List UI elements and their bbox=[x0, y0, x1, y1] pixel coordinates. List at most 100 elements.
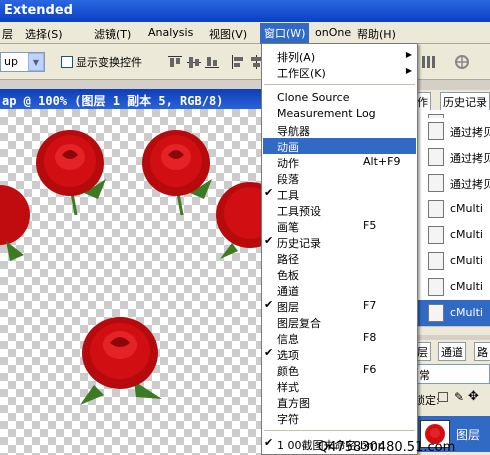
history-state-icon bbox=[428, 148, 444, 166]
lock-move-icon[interactable]: ✥ bbox=[468, 389, 479, 404]
window-menu-item[interactable]: 直方图 bbox=[263, 394, 416, 410]
history-item[interactable]: 通过拷贝 bbox=[414, 118, 490, 145]
submenu-arrow-icon: ▶ bbox=[405, 50, 412, 59]
window-menu-item[interactable]: ✔ 历史记录 bbox=[263, 234, 416, 250]
menu-select[interactable]: 选择(S) bbox=[25, 26, 63, 42]
window-menu-item-label: 图层 bbox=[277, 301, 299, 314]
checkmark-icon: ✔ bbox=[264, 186, 274, 199]
menu-analysis[interactable]: Analysis bbox=[148, 26, 193, 39]
window-menu-item[interactable]: 动作 Alt+F9 bbox=[263, 154, 416, 170]
menu-filter[interactable]: 滤镜(T) bbox=[94, 26, 131, 42]
history-state-icon bbox=[428, 304, 444, 322]
menu-onone[interactable]: onOne bbox=[315, 26, 351, 39]
window-menu-item-label: 信息 bbox=[277, 333, 299, 346]
history-state-icon bbox=[428, 278, 444, 296]
history-panel: 作 历史记录 通过拷贝 通过拷贝 通过拷贝 cMulti cMulti cMul… bbox=[414, 90, 490, 335]
window-menu-item-label: 段落 bbox=[277, 173, 299, 186]
window-menu-item[interactable]: 导航器 bbox=[263, 122, 416, 138]
show-transform-checkbox[interactable] bbox=[61, 56, 73, 68]
window-menu-item[interactable]: 颜色 F6 bbox=[263, 362, 416, 378]
window-menu-item-label: 路径 bbox=[277, 253, 299, 266]
window-menu-item[interactable]: Clone Source bbox=[263, 90, 416, 106]
align-bottom-icon[interactable] bbox=[204, 54, 220, 70]
history-item[interactable]: cMulti bbox=[414, 196, 490, 223]
menu-bar: 层 选择(S) 滤镜(T) Analysis 视图(V) 窗口(W) onOne… bbox=[0, 22, 490, 44]
app-title: Extended bbox=[4, 3, 73, 18]
preset-value: up bbox=[4, 55, 18, 68]
tab-paths[interactable]: 路 bbox=[474, 342, 490, 361]
menu-view[interactable]: 视图(V) bbox=[209, 26, 247, 42]
image-canvas[interactable] bbox=[0, 109, 262, 455]
history-state-icon bbox=[428, 174, 444, 192]
window-menu-item-label: 导航器 bbox=[277, 125, 310, 138]
chevron-down-icon[interactable]: ▼ bbox=[28, 53, 44, 71]
window-menu-item-label: 字符 bbox=[277, 413, 299, 426]
window-menu-item-shortcut: F7 bbox=[363, 299, 377, 312]
window-menu-item-label: Clone Source bbox=[277, 91, 350, 104]
menu-layer[interactable]: 层 bbox=[2, 26, 13, 42]
window-menu-item-label: 图层复合 bbox=[277, 317, 321, 330]
history-item[interactable]: cMulti bbox=[414, 248, 490, 275]
menu-help[interactable]: 帮助(H) bbox=[357, 26, 396, 42]
window-menu-item-label: 颜色 bbox=[277, 365, 299, 378]
window-menu-item-shortcut: Alt+F9 bbox=[363, 155, 401, 168]
history-item[interactable]: 通过拷贝 bbox=[414, 170, 490, 197]
align-middle-icon[interactable] bbox=[186, 54, 202, 70]
tab-channels[interactable]: 通道 bbox=[438, 342, 466, 361]
history-state-icon bbox=[428, 122, 444, 140]
auto-align-icon[interactable] bbox=[454, 54, 470, 70]
history-item[interactable]: cMulti bbox=[414, 222, 490, 249]
history-item[interactable]: cMulti bbox=[414, 300, 490, 327]
document-title-bar[interactable]: ap @ 100% (图层 1 副本 5, RGB/8) bbox=[0, 89, 275, 109]
window-menu-item[interactable]: 排列(A) ▶ bbox=[263, 48, 416, 64]
window-menu-dropdown: 排列(A) ▶ 工作区(K) ▶ Clone Source Measurement Log… bbox=[261, 43, 418, 455]
window-menu-item-shortcut: F5 bbox=[363, 219, 377, 232]
menu-separator bbox=[264, 84, 415, 85]
checkmark-icon: ✔ bbox=[264, 234, 274, 247]
window-menu-item-label: 动作 bbox=[277, 157, 299, 170]
distribute-icon[interactable] bbox=[420, 54, 436, 70]
align-left-icon[interactable] bbox=[230, 54, 246, 70]
window-menu-item[interactable]: 动画 bbox=[263, 138, 416, 154]
history-item[interactable]: cMulti bbox=[414, 274, 490, 301]
layers-panel: 层 通道 路 常 锁定: ✎ ✥ 图层 bbox=[414, 340, 490, 455]
window-menu-item-shortcut: F8 bbox=[363, 331, 377, 344]
window-menu-item-label: 历史记录 bbox=[277, 237, 321, 250]
lock-brush-icon[interactable]: ✎ bbox=[454, 390, 464, 404]
history-state-icon bbox=[428, 226, 444, 244]
window-menu-item[interactable]: 工作区(K) ▶ bbox=[263, 64, 416, 80]
menu-window[interactable]: 窗口(W) bbox=[260, 23, 310, 44]
window-menu-item[interactable]: 工具预设 bbox=[263, 202, 416, 218]
window-menu-item[interactable]: ✔ 工具 bbox=[263, 186, 416, 202]
window-menu-item[interactable]: 通道 bbox=[263, 282, 416, 298]
window-menu-item-label: 工具预设 bbox=[277, 205, 321, 218]
align-top-icon[interactable] bbox=[167, 54, 183, 70]
history-item[interactable]: 通过拷贝 bbox=[414, 144, 490, 171]
window-menu-item[interactable]: Measurement Log bbox=[263, 106, 416, 122]
window-menu-item[interactable]: ✔ 图层 F7 bbox=[263, 298, 416, 314]
window-menu-item-label: 选项 bbox=[277, 349, 299, 362]
rose-image bbox=[80, 317, 162, 405]
window-menu-item[interactable]: 信息 F8 bbox=[263, 330, 416, 346]
lock-transparency-icon[interactable] bbox=[438, 392, 448, 402]
window-menu-item[interactable]: 段落 bbox=[263, 170, 416, 186]
layer-name: 图层 bbox=[456, 428, 481, 442]
window-menu-item[interactable]: 图层复合 bbox=[263, 314, 416, 330]
window-menu-item[interactable]: 色板 bbox=[263, 266, 416, 282]
document-title: ap @ 100% (图层 1 副本 5, RGB/8) bbox=[2, 94, 224, 108]
window-menu-item-label: 通道 bbox=[277, 285, 299, 298]
window-menu-item[interactable]: 路径 bbox=[263, 250, 416, 266]
title-bar: Extended bbox=[0, 0, 490, 22]
window-menu-item-label: 直方图 bbox=[277, 397, 310, 410]
window-menu-item[interactable]: 画笔 F5 bbox=[263, 218, 416, 234]
window-menu-item[interactable]: ✔ 选项 bbox=[263, 346, 416, 362]
rose-image bbox=[216, 182, 262, 259]
window-menu-item[interactable]: 样式 bbox=[263, 378, 416, 394]
blend-mode-value: 常 bbox=[419, 369, 430, 382]
checkmark-icon: ✔ bbox=[264, 436, 274, 449]
tab-history[interactable]: 历史记录 bbox=[440, 92, 490, 111]
blend-mode-select[interactable]: 常 bbox=[414, 364, 490, 384]
window-menu-item[interactable]: 字符 bbox=[263, 410, 416, 426]
watermark-text: Q475830480.51.com bbox=[318, 440, 456, 455]
history-state-icon bbox=[428, 252, 444, 270]
